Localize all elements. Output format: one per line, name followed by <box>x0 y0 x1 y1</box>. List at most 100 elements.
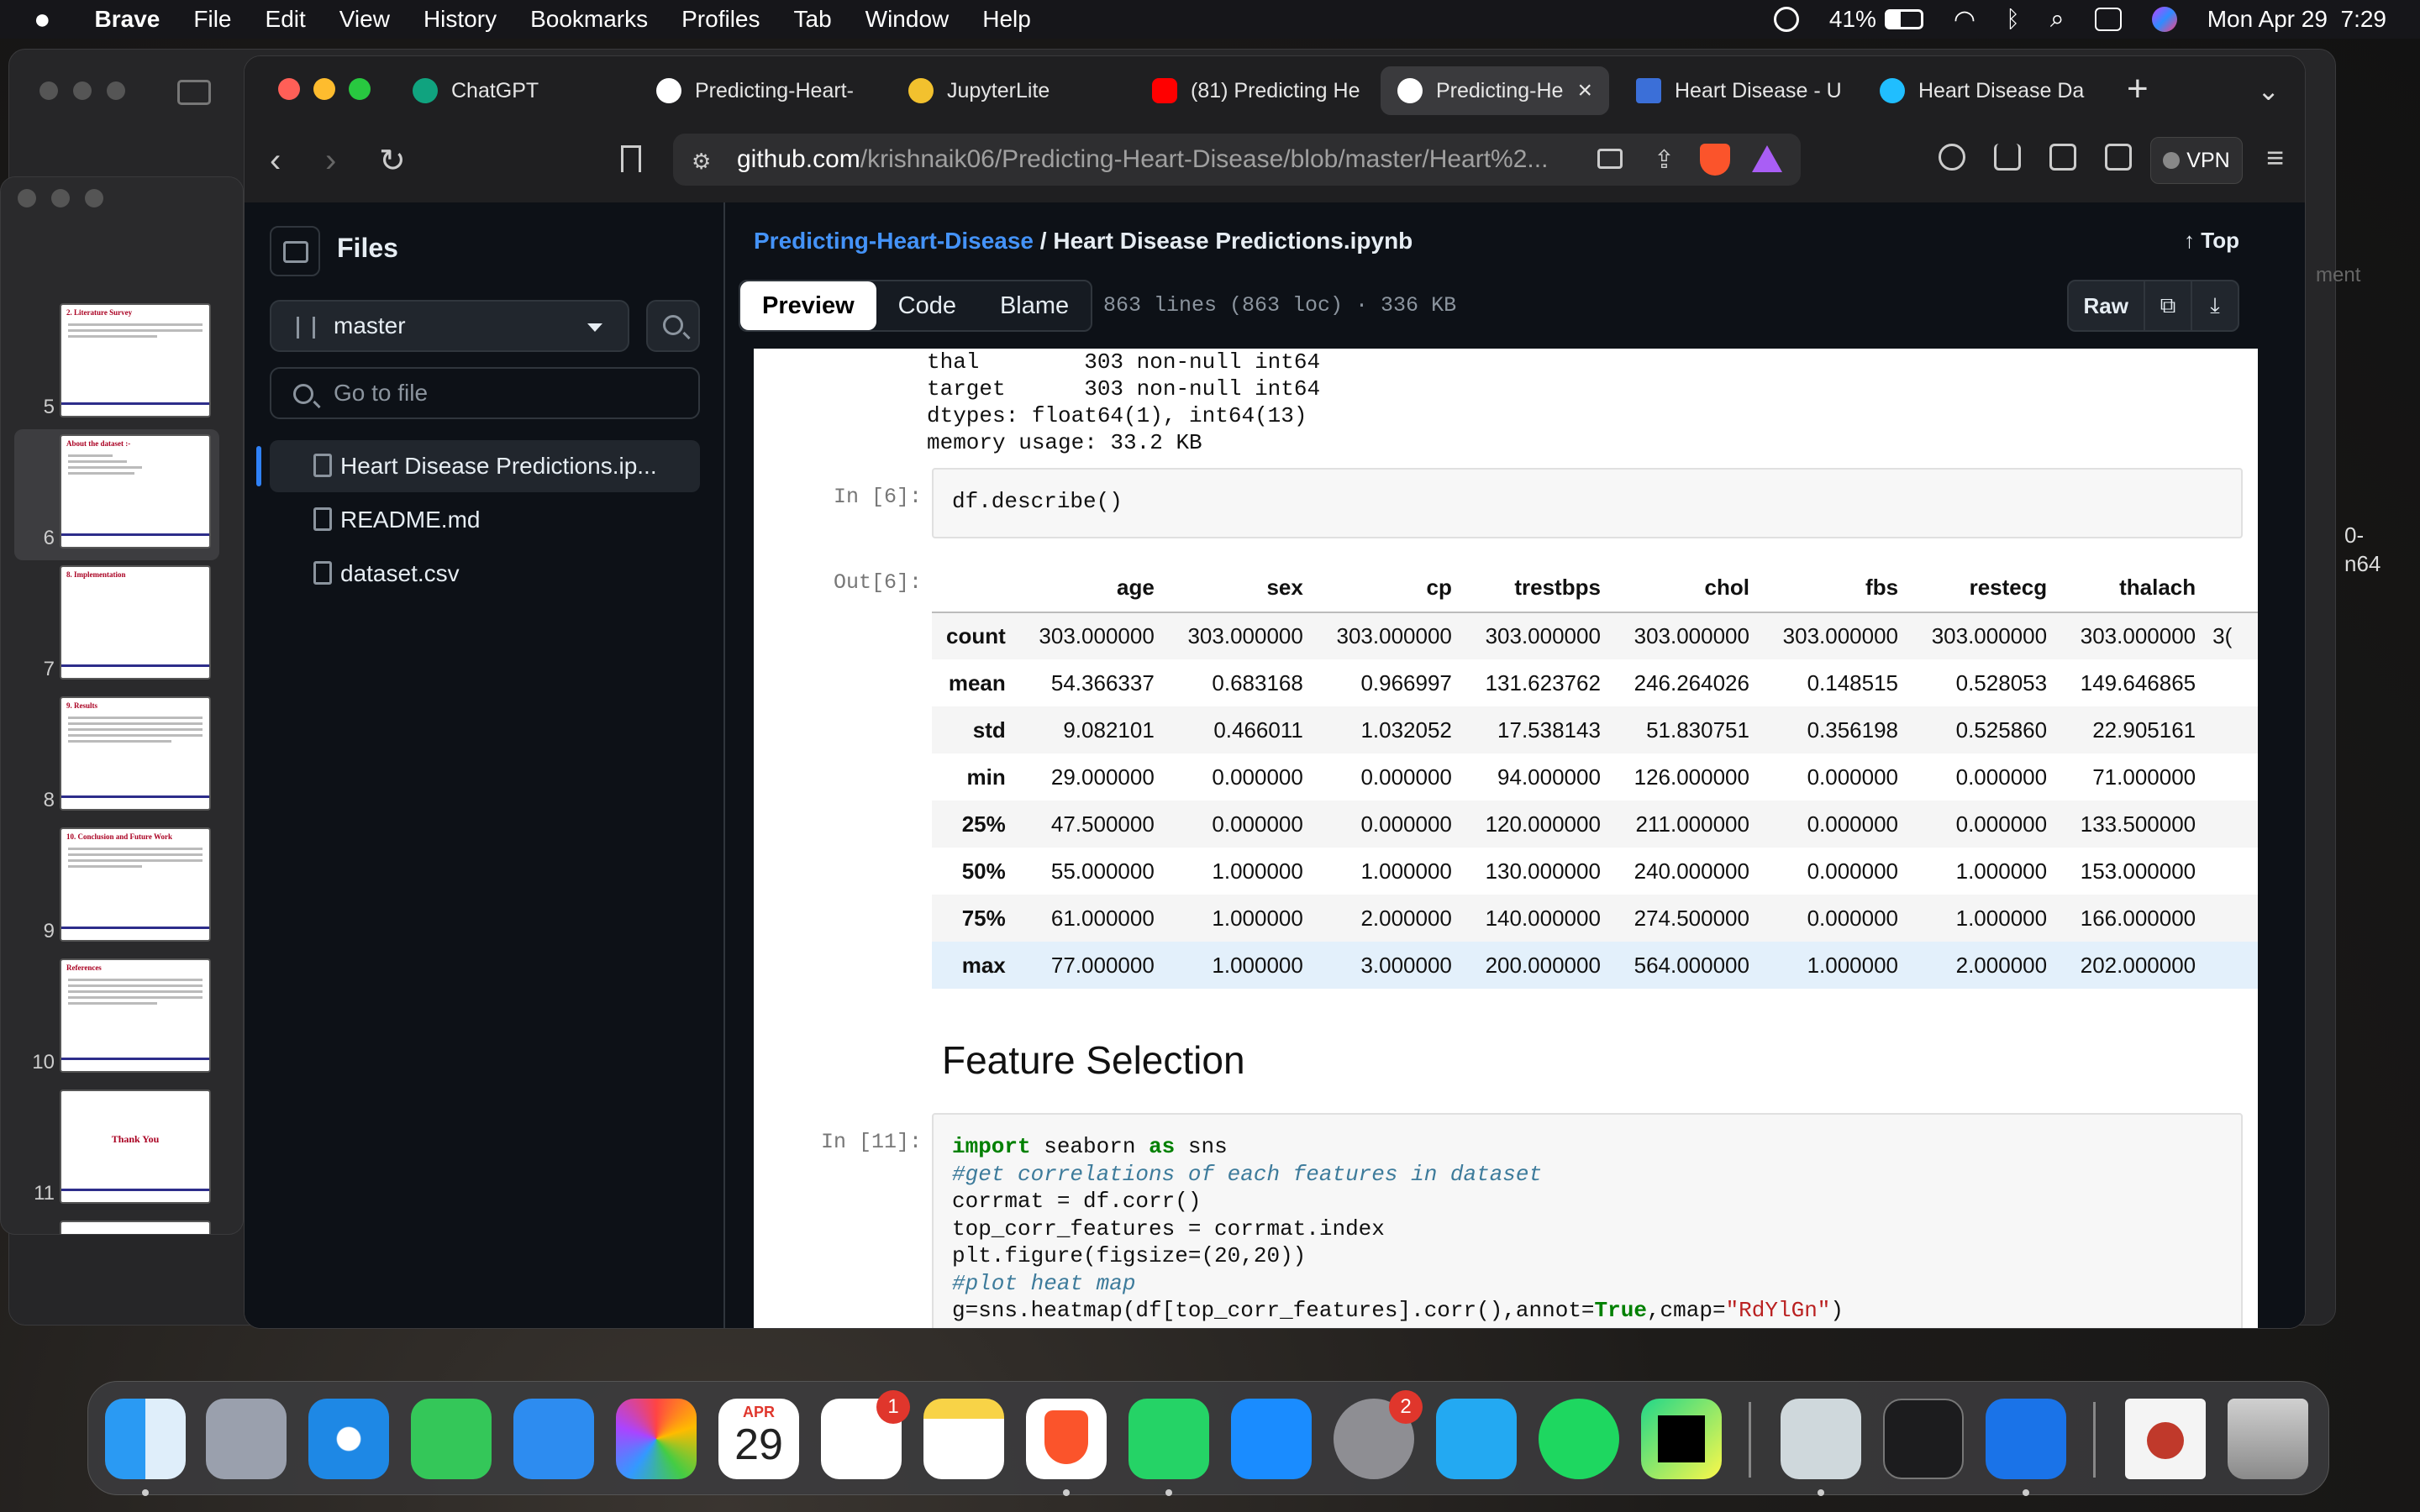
site-settings-icon[interactable]: ⚙ <box>692 149 711 175</box>
trash-icon[interactable] <box>2228 1399 2308 1479</box>
go-to-file-input[interactable]: Go to file <box>270 367 700 419</box>
menu-edit[interactable]: Edit <box>266 6 306 33</box>
branch-selector[interactable]: master <box>270 300 629 352</box>
tab-jupyterlite[interactable]: JupyterLite <box>892 66 1135 115</box>
slide-thumbnail[interactable]: 10. Conclusion and Future Work <box>60 827 211 942</box>
slides-window-controls[interactable] <box>18 189 103 207</box>
brave-icon[interactable] <box>1026 1399 1107 1479</box>
menu-window[interactable]: Window <box>865 6 950 33</box>
file-item-dataset[interactable]: dataset.csv <box>270 548 700 600</box>
slide-thumbnail[interactable] <box>60 1221 211 1234</box>
wallet-icon[interactable] <box>2105 144 2132 171</box>
repo-link[interactable]: Predicting-Heart-Disease <box>754 228 1034 254</box>
top-link[interactable]: ↑ Top <box>2184 228 2239 254</box>
spotify-icon[interactable] <box>1539 1399 1619 1479</box>
new-tab-plus-icon[interactable]: + <box>2127 68 2149 110</box>
slide-thumbnail[interactable]: 9. Results <box>60 696 211 811</box>
slide-thumbnail[interactable]: About the dataset :- <box>60 434 211 549</box>
brave-rewards-icon[interactable] <box>1752 145 1782 172</box>
forward-arrow-icon[interactable]: › <box>325 142 336 180</box>
background-window-controls[interactable] <box>39 81 125 100</box>
back-arrow-icon[interactable]: ‹ <box>270 142 281 180</box>
close-window-button[interactable] <box>278 78 300 100</box>
bookmark-icon[interactable] <box>621 145 641 172</box>
address-bar[interactable]: ⚙ github.com/krishnaik06/Predicting-Hear… <box>673 134 1801 186</box>
menu-hamburger-icon[interactable]: ≡ <box>2266 140 2284 176</box>
close-tab-icon[interactable]: × <box>1577 76 1592 105</box>
notes-icon[interactable] <box>923 1399 1004 1479</box>
minimize-window-button[interactable] <box>313 78 335 100</box>
keynote-icon[interactable] <box>1986 1399 2066 1479</box>
share-icon[interactable]: ⇪ <box>1654 145 1675 175</box>
tab-blame[interactable]: Blame <box>978 281 1091 330</box>
cast-icon[interactable] <box>1597 149 1623 169</box>
collapse-sidebar-button[interactable] <box>270 226 320 276</box>
reload-icon[interactable]: ↻ <box>379 142 406 180</box>
sidebar-icon[interactable] <box>2049 144 2076 171</box>
clock-datetime[interactable]: Mon Apr 29 7:29 <box>2207 6 2386 33</box>
tab-github-active[interactable]: Predicting-He × <box>1381 66 1609 115</box>
tab-chatgpt[interactable]: ChatGPT <box>396 66 623 115</box>
spotlight-search-icon[interactable]: ⌕ <box>2050 5 2065 34</box>
vscode-icon[interactable] <box>1436 1399 1517 1479</box>
tab-code[interactable]: Code <box>876 281 978 330</box>
brave-shields-icon[interactable] <box>1700 144 1730 176</box>
menu-help[interactable]: Help <box>982 6 1031 33</box>
slide-thumbnail[interactable]: References <box>60 958 211 1073</box>
download-icon[interactable]: ⤓ <box>2191 281 2238 330</box>
preview-icon[interactable] <box>1781 1399 1861 1479</box>
table-cell: 0.000000 <box>1212 811 1303 837</box>
menu-app-name[interactable]: Brave <box>95 6 160 33</box>
slide-thumbnail[interactable]: 2. Literature Survey <box>60 303 211 417</box>
wifi-icon[interactable]: ◠ <box>1954 5 1975 34</box>
menu-tab[interactable]: Tab <box>794 6 832 33</box>
tab-uci-heart-disease[interactable]: Heart Disease - U <box>1619 66 1863 115</box>
messages-icon[interactable] <box>411 1399 492 1479</box>
keynote-document-icon[interactable] <box>2125 1399 2206 1479</box>
file-item-notebook[interactable]: Heart Disease Predictions.ip... <box>270 440 700 492</box>
slide-title: 2. Literature Survey <box>66 308 133 317</box>
photos-icon[interactable] <box>616 1399 697 1479</box>
file-item-readme[interactable]: README.md <box>270 494 700 546</box>
apple-menu-icon[interactable]: ● <box>34 3 51 36</box>
table-cell: 202.000000 <box>2080 952 2196 978</box>
slide-thumbnail[interactable]: 8. Implementation <box>60 565 211 680</box>
media-icon[interactable] <box>1939 144 1965 171</box>
zoom-window-button[interactable] <box>349 78 371 100</box>
tab-list-chevron-icon[interactable]: ⌄ <box>2257 75 2280 107</box>
safari-icon[interactable] <box>308 1399 389 1479</box>
tab-github-predicting[interactable]: Predicting-Heart- <box>639 66 883 115</box>
calendar-icon[interactable]: APR 29 <box>718 1399 799 1479</box>
menu-view[interactable]: View <box>339 6 390 33</box>
pycharm-icon[interactable] <box>1641 1399 1722 1479</box>
siri-icon[interactable] <box>2151 7 2177 32</box>
finder-icon[interactable] <box>105 1399 186 1479</box>
menu-history[interactable]: History <box>424 6 497 33</box>
search-files-button[interactable] <box>646 300 700 352</box>
battery-icon[interactable] <box>1884 9 1923 29</box>
vpn-button[interactable]: VPN <box>2150 137 2243 184</box>
tab-preview[interactable]: Preview <box>740 281 876 330</box>
reminders-icon[interactable]: 1 <box>821 1390 910 1479</box>
menu-file[interactable]: File <box>193 6 231 33</box>
menu-bookmarks[interactable]: Bookmarks <box>530 6 648 33</box>
launchpad-icon[interactable] <box>206 1399 287 1479</box>
play-status-icon[interactable] <box>1773 7 1799 32</box>
tab-youtube[interactable]: (81) Predicting He <box>1135 66 1379 115</box>
whatsapp-icon[interactable] <box>1128 1399 1209 1479</box>
system-settings-icon[interactable]: 2 <box>1334 1390 1423 1479</box>
tab-kaggle[interactable]: Heart Disease Da <box>1863 66 2107 115</box>
table-cell: 140.000000 <box>1485 905 1601 931</box>
slide-thumbnail[interactable]: Thank You <box>60 1089 211 1204</box>
app-store-icon[interactable] <box>1231 1399 1312 1479</box>
sidebar-toggle-icon[interactable] <box>177 80 211 105</box>
copy-icon[interactable]: ⧉ <box>2144 281 2191 330</box>
control-center-icon[interactable] <box>2094 8 2122 31</box>
mail-icon[interactable] <box>513 1399 594 1479</box>
downloads-icon[interactable] <box>1994 144 2021 171</box>
terminal-icon[interactable] <box>1883 1399 1964 1479</box>
menu-profiles[interactable]: Profiles <box>681 6 760 33</box>
breadcrumb: Predicting-Heart-Disease / Heart Disease… <box>754 228 1413 255</box>
bluetooth-icon[interactable]: ᛒ <box>2006 6 2020 33</box>
raw-button[interactable]: Raw <box>2069 281 2144 330</box>
